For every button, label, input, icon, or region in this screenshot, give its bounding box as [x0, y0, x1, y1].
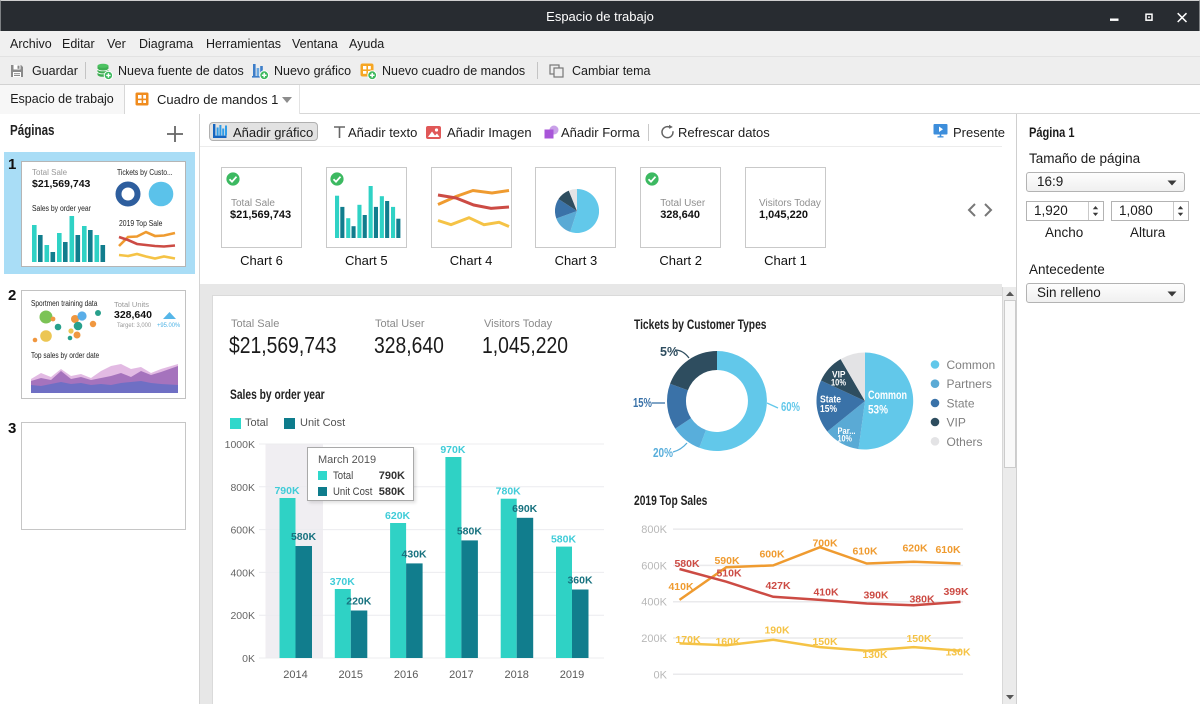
svg-text:390K: 390K	[863, 590, 889, 602]
svg-text:130K: 130K	[945, 647, 971, 659]
svg-text:Common: Common	[947, 358, 996, 372]
svg-text:430K: 430K	[402, 548, 428, 560]
svg-text:170K: 170K	[675, 634, 701, 646]
svg-text:220K: 220K	[346, 596, 372, 608]
svg-text:790K: 790K	[274, 485, 300, 497]
svg-text:Others: Others	[947, 435, 983, 449]
svg-text:1000K: 1000K	[225, 439, 255, 451]
svg-text:580K: 580K	[457, 525, 483, 537]
svg-text:2017: 2017	[449, 669, 473, 681]
svg-text:5%: 5%	[660, 345, 678, 359]
svg-text:970K: 970K	[440, 444, 466, 456]
svg-text:780K: 780K	[496, 486, 522, 498]
svg-text:610K: 610K	[935, 544, 961, 556]
svg-text:130K: 130K	[862, 649, 888, 661]
svg-text:610K: 610K	[852, 546, 878, 558]
svg-text:400K: 400K	[641, 597, 667, 609]
svg-text:15%: 15%	[820, 403, 838, 415]
svg-text:399K: 399K	[943, 586, 969, 598]
svg-text:160K: 160K	[715, 636, 741, 648]
svg-text:580K: 580K	[551, 534, 577, 546]
svg-text:2018: 2018	[504, 669, 528, 681]
svg-text:370K: 370K	[330, 576, 356, 588]
svg-text:800K: 800K	[641, 524, 667, 536]
svg-text:510K: 510K	[716, 568, 742, 580]
svg-text:State: State	[947, 397, 975, 411]
svg-text:427K: 427K	[765, 580, 791, 592]
svg-text:15%: 15%	[633, 396, 652, 410]
svg-text:410K: 410K	[813, 587, 839, 599]
svg-text:Common: Common	[868, 390, 907, 402]
svg-text:200K: 200K	[230, 610, 255, 622]
svg-text:600K: 600K	[759, 549, 785, 561]
svg-text:53%: 53%	[868, 405, 888, 417]
svg-text:590K: 590K	[714, 555, 740, 567]
svg-text:360K: 360K	[567, 575, 593, 587]
svg-text:620K: 620K	[902, 543, 928, 555]
svg-text:580K: 580K	[674, 558, 700, 570]
svg-text:Partners: Partners	[947, 377, 992, 391]
svg-text:690K: 690K	[512, 503, 538, 515]
svg-text:2019: 2019	[560, 669, 584, 681]
svg-text:380K: 380K	[909, 594, 935, 606]
svg-text:190K: 190K	[764, 625, 790, 637]
svg-text:VIP: VIP	[947, 416, 966, 430]
svg-text:600K: 600K	[230, 525, 255, 537]
svg-text:800K: 800K	[230, 482, 255, 494]
svg-text:0K: 0K	[654, 669, 668, 681]
svg-text:10%: 10%	[838, 434, 853, 444]
svg-text:10%: 10%	[831, 378, 846, 388]
svg-text:200K: 200K	[641, 633, 667, 645]
svg-text:620K: 620K	[385, 510, 411, 522]
svg-text:150K: 150K	[812, 636, 838, 648]
svg-text:60%: 60%	[781, 400, 800, 414]
svg-text:700K: 700K	[812, 538, 838, 550]
svg-text:0K: 0K	[242, 653, 255, 665]
svg-text:410K: 410K	[668, 581, 694, 593]
svg-text:2016: 2016	[394, 669, 418, 681]
svg-text:20%: 20%	[653, 446, 673, 460]
svg-text:400K: 400K	[230, 567, 255, 579]
svg-text:600K: 600K	[641, 560, 667, 572]
svg-text:580K: 580K	[291, 531, 317, 543]
svg-text:150K: 150K	[906, 633, 932, 645]
svg-text:2014: 2014	[283, 669, 307, 681]
svg-text:2015: 2015	[339, 669, 363, 681]
